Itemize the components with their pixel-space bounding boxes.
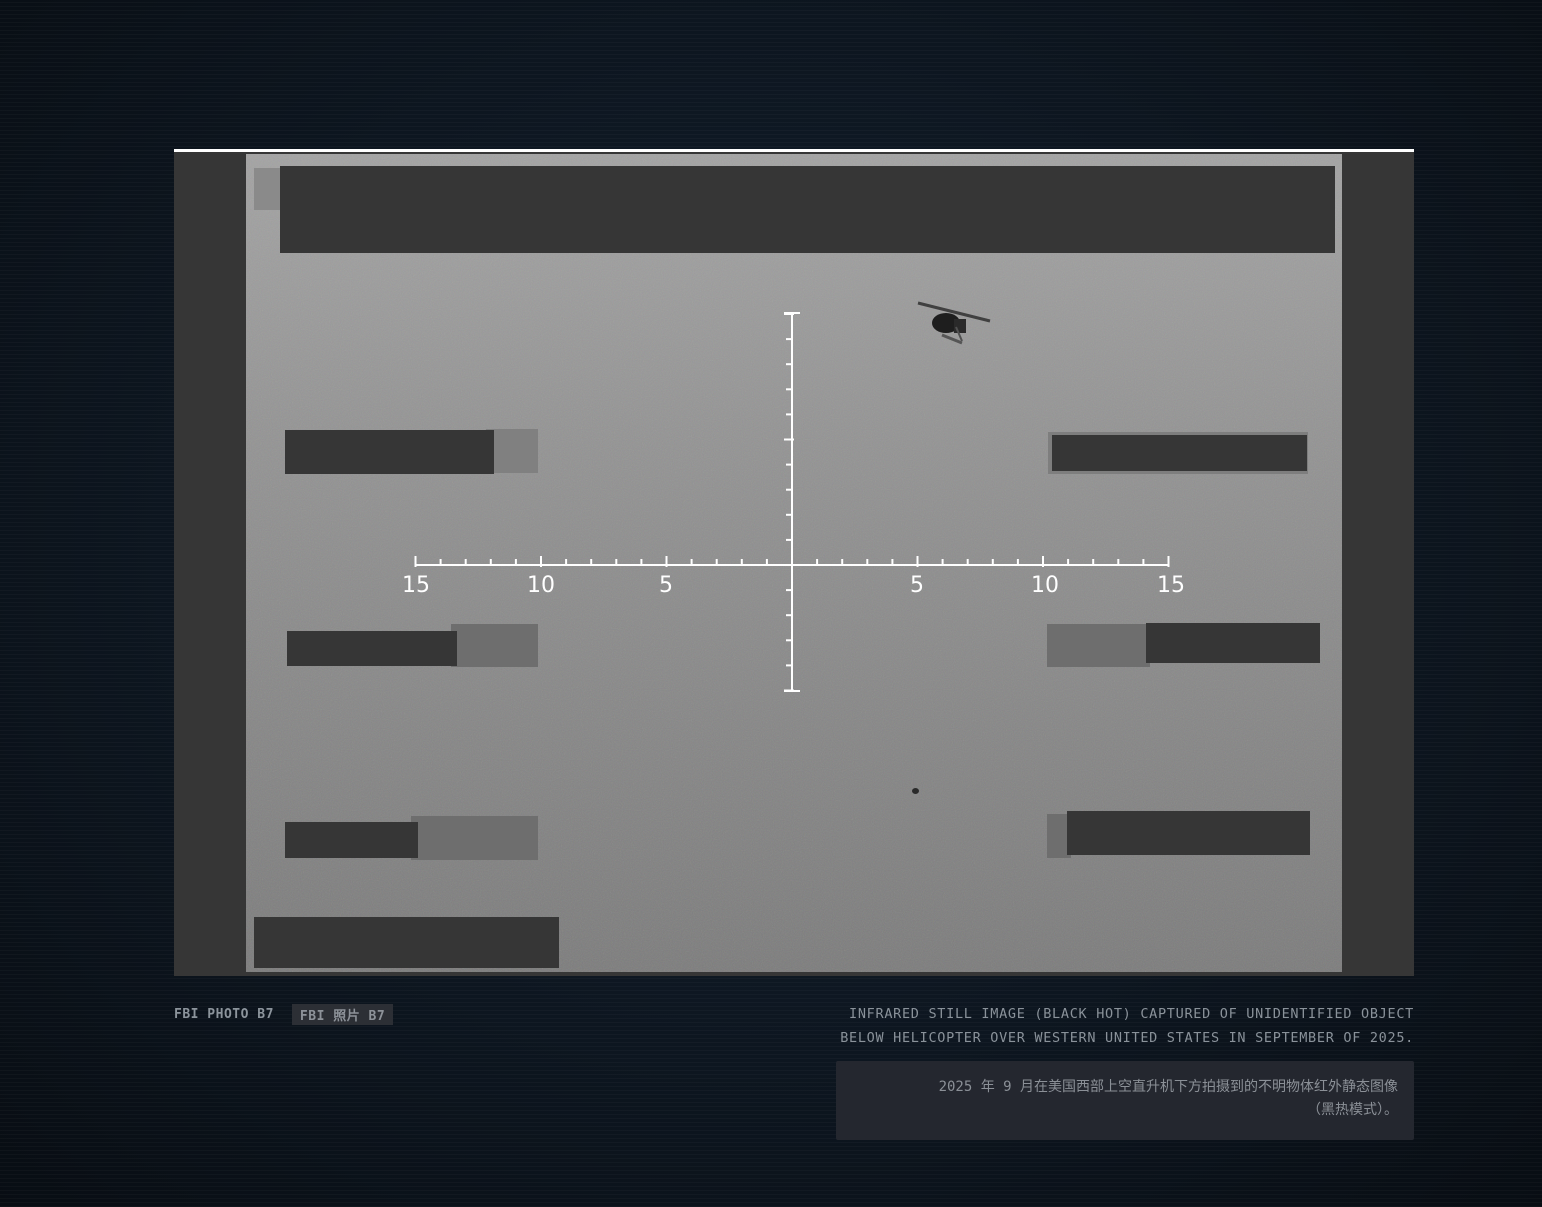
caption-english-line-2: BELOW HELICOPTER OVER WESTERN UNITED STA… [840,1030,1414,1046]
caption-chinese-line-1: 2025 年 9 月在美国西部上空直升机下方拍摄到的不明物体红外静态图像 [938,1079,1398,1095]
helicopter-icon [917,301,991,345]
reticle-lines [414,312,1170,692]
caption-english: INFRARED STILL IMAGE (BLACK HOT) CAPTURE… [774,1002,1414,1050]
infrared-image: 15 10 5 5 10 15 [246,154,1342,972]
photo-credit-en: FBI PHOTO B7 [174,1007,274,1022]
scale-label-left-15: 15 [402,573,430,598]
scale-label-right-10: 10 [1031,573,1059,598]
photo-frame: 15 10 5 5 10 15 [174,149,1414,976]
unidentified-object [912,788,919,794]
scale-label-right-15: 15 [1157,573,1185,598]
caption-chinese: 2025 年 9 月在美国西部上空直升机下方拍摄到的不明物体红外静态图像 （黑热… [836,1061,1414,1140]
scale-label-right-5: 5 [910,573,924,598]
scale-label-left-5: 5 [659,573,673,598]
photo-credit-zh: FBI 照片 B7 [291,1004,394,1025]
reticle-scale-labels: 15 10 5 5 10 15 [402,573,1185,598]
caption-english-line-1: INFRARED STILL IMAGE (BLACK HOT) CAPTURE… [849,1006,1414,1022]
scale-label-left-10: 10 [527,573,555,598]
targeting-reticle: 15 10 5 5 10 15 [402,312,1185,692]
photo-credit: FBI PHOTO B7 FBI 照片 B7 [174,1004,394,1025]
caption-chinese-line-2: （黑热模式）。 [1307,1102,1398,1118]
